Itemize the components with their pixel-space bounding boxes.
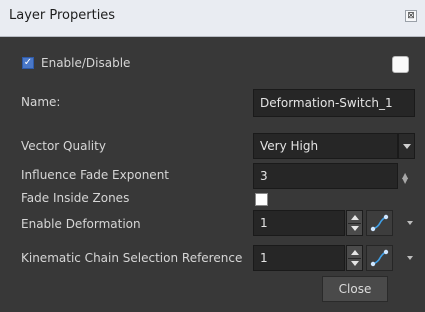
influence-fade-label: Influence Fade Exponent (21, 168, 170, 182)
spin-up-icon[interactable] (351, 250, 359, 255)
fade-inside-checkbox[interactable] (255, 193, 268, 206)
title-bar: Layer Properties ⊠ (0, 0, 425, 37)
name-field[interactable]: Deformation-Switch_1 (253, 89, 415, 117)
enable-deformation-function-button[interactable] (366, 210, 393, 236)
enable-deformation-menu-icon[interactable] (407, 221, 413, 225)
spin-down-icon[interactable] (351, 226, 359, 231)
enable-deformation-label: Enable Deformation (21, 217, 141, 231)
influence-fade-field[interactable]: 3 (253, 163, 398, 189)
enable-deformation-spinner[interactable] (346, 210, 363, 236)
kinematic-function-button[interactable] (366, 245, 393, 271)
vector-quality-dropdown-button[interactable] (398, 133, 415, 159)
spin-down-icon[interactable] (351, 261, 359, 266)
color-swatch-checkbox[interactable] (392, 56, 409, 73)
chevron-down-icon (402, 143, 411, 149)
spin-up-icon[interactable] (351, 215, 359, 220)
enable-checkbox[interactable]: ✓ (22, 57, 34, 69)
kinematic-field[interactable]: 1 (253, 245, 345, 271)
vector-quality-select[interactable]: Very High (253, 133, 398, 159)
fade-inside-label: Fade Inside Zones (21, 191, 130, 205)
kinematic-spinner[interactable] (346, 245, 363, 271)
window-title: Layer Properties (9, 8, 116, 23)
up-down-arrows-icon[interactable]: ▲ ▼ (402, 172, 408, 185)
kinematic-menu-icon[interactable] (407, 256, 413, 260)
name-label: Name: (21, 95, 61, 109)
close-window-icon[interactable]: ⊠ (405, 10, 417, 22)
kinematic-label: Kinematic Chain Selection Reference (21, 251, 243, 265)
enable-label: Enable/Disable (41, 56, 131, 70)
vector-quality-label: Vector Quality (21, 139, 106, 153)
enable-deformation-field[interactable]: 1 (253, 210, 345, 236)
function-curve-icon (370, 249, 389, 267)
function-curve-icon (370, 214, 389, 232)
close-button[interactable]: Close (322, 276, 388, 302)
